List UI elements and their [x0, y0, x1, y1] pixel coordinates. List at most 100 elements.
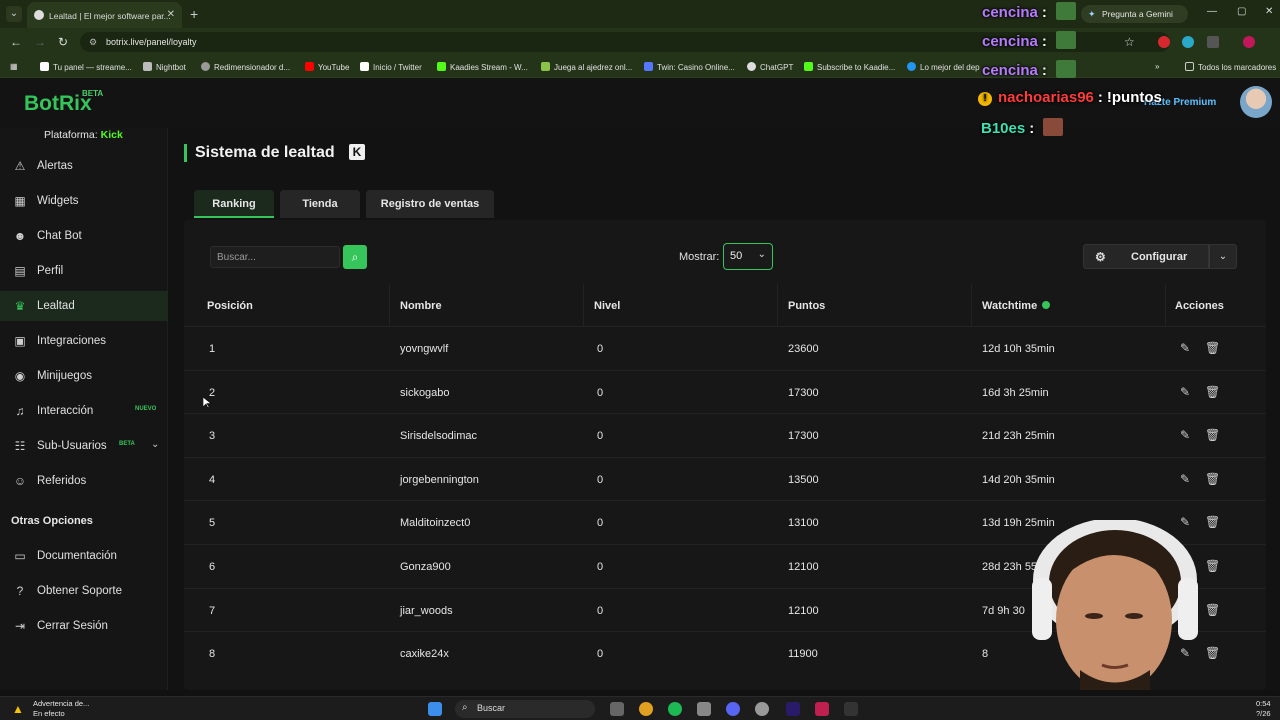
edit-icon[interactable]: ✎	[1180, 472, 1190, 486]
bookmark-item[interactable]: Redimensionador d...	[201, 62, 290, 72]
browser-tab[interactable]: Lealtad | El mejor software par... ✕	[27, 2, 182, 28]
bookmark-star-icon[interactable]: ☆	[1124, 35, 1135, 49]
user-avatar[interactable]	[1240, 86, 1272, 118]
all-bookmarks[interactable]: Todos los marcadores	[1185, 62, 1276, 72]
search-input[interactable]: Buscar...	[210, 246, 340, 268]
cell-points: 12100	[788, 561, 819, 573]
sidebar-item-obtener-soporte[interactable]: ? Obtener Soporte	[0, 576, 168, 606]
botrix-favicon-icon	[34, 10, 44, 20]
bookmark-item[interactable]: Juega al ajedrez onl...	[541, 62, 632, 72]
cell-points: 11900	[788, 648, 818, 661]
tab-ranking[interactable]: Ranking	[194, 190, 274, 218]
forward-icon[interactable]: →	[34, 35, 46, 49]
search-button[interactable]: ⌕	[343, 245, 367, 269]
windows-start-icon[interactable]	[428, 702, 442, 716]
bookmark-item[interactable]: Kaadies Stream - W...	[437, 62, 528, 72]
gear-icon: ⚙	[1095, 250, 1106, 264]
bookmark-item[interactable]: YouTube	[305, 62, 349, 72]
site-info-icon[interactable]: ⚙	[89, 37, 97, 48]
sidebar-item-widgets[interactable]: ▦ Widgets	[0, 186, 168, 216]
sidebar-item-minijuegos[interactable]: ◉ Minijuegos	[0, 361, 168, 391]
back-icon[interactable]: ←	[10, 35, 22, 49]
tab-registro-ventas[interactable]: Registro de ventas	[366, 190, 494, 218]
premiere-icon[interactable]	[786, 702, 800, 716]
info-icon[interactable]	[1042, 301, 1051, 309]
maximize-icon[interactable]: ▢	[1237, 6, 1246, 17]
extension-blue-icon[interactable]	[1182, 36, 1194, 48]
extensions-puzzle-icon[interactable]	[1207, 36, 1219, 48]
edit-icon[interactable]: ✎	[1180, 385, 1190, 399]
logout-icon: ⇥	[14, 619, 26, 633]
sidebar-item-perfil[interactable]: ▤ Perfil	[0, 256, 168, 286]
sidebar-item-interacci-n[interactable]: ♫ Interacción NUEVO	[0, 396, 168, 426]
app-icon[interactable]	[844, 702, 858, 716]
edit-icon[interactable]: ✎	[1180, 428, 1190, 442]
col-header-name[interactable]: Nombre	[400, 300, 442, 312]
bookmark-item[interactable]: Lo mejor del dep	[907, 62, 980, 72]
chrome-icon[interactable]	[639, 702, 653, 716]
sidebar-item-chat-bot[interactable]: ☻ Chat Bot	[0, 221, 168, 251]
sidebar-item-integraciones[interactable]: ▣ Integraciones	[0, 326, 168, 356]
col-header-points[interactable]: Puntos	[788, 300, 825, 312]
discord-icon[interactable]	[726, 702, 740, 716]
close-window-icon[interactable]: ✕	[1265, 6, 1273, 17]
app-icon[interactable]	[755, 702, 769, 716]
bookmark-item[interactable]: Subscribe to Kaadie...	[804, 62, 895, 72]
bookmark-item[interactable]: Twin: Casino Online...	[644, 62, 735, 72]
cell-level: 0	[597, 473, 604, 486]
col-header-watchtime[interactable]: Watchtime	[982, 300, 1051, 312]
other-options-heading: Otras Opciones	[11, 515, 93, 527]
warning-icon[interactable]: ▲	[12, 702, 24, 716]
minimize-icon[interactable]: —	[1207, 6, 1217, 17]
page-title: Sistema de lealtad	[195, 144, 335, 161]
more-bookmarks-icon[interactable]: »	[1155, 62, 1159, 71]
configure-button[interactable]: ⚙ Configurar	[1083, 244, 1209, 269]
robot-icon: ☻	[13, 229, 27, 243]
col-header-level[interactable]: Nivel	[594, 300, 620, 312]
bookmark-item[interactable]: ChatGPT	[747, 62, 793, 72]
sidebar-item-lealtad[interactable]: ♛ Lealtad	[0, 291, 168, 321]
weather-widget[interactable]: Advertencia de... En efecto	[33, 699, 89, 719]
sidebar-item-label: Minijuegos	[37, 370, 92, 382]
trash-icon[interactable]: 🗑	[1205, 385, 1220, 399]
edit-icon[interactable]: ✎	[1180, 341, 1190, 355]
sidebar-item-alertas[interactable]: ⚠ Alertas	[0, 151, 168, 181]
bookmark-item[interactable]: Tu panel — streame...	[40, 62, 132, 72]
tab-search-icon[interactable]: ⌄	[6, 6, 22, 22]
chat-emote-icon	[1043, 118, 1064, 136]
file-explorer-icon[interactable]	[610, 702, 624, 716]
new-tab-icon[interactable]: +	[190, 6, 198, 22]
taskbar-search[interactable]: ⌕ Buscar	[455, 700, 595, 718]
overlay-chat-message: cencina:	[982, 2, 1076, 21]
taskbar-clock[interactable]: 0:54 ?/26	[1256, 699, 1271, 719]
sidebar-item-referidos[interactable]: ☺ Referidos	[0, 466, 168, 496]
cell-level: 0	[597, 517, 604, 530]
apps-icon[interactable]: ▦	[10, 62, 18, 71]
chevron-down-icon: ⌄	[757, 249, 766, 260]
bookmark-item[interactable]: Inicio / Twitter	[360, 62, 422, 72]
trash-icon[interactable]: 🗑	[1205, 428, 1220, 442]
app-icon[interactable]	[697, 702, 711, 716]
chat-separator: :	[1041, 62, 1047, 79]
page-size-select[interactable]: 50 ⌄	[723, 243, 773, 270]
spotify-icon[interactable]	[668, 702, 682, 716]
sidebar-item-cerrar-sesi-n[interactable]: ⇥ Cerrar Sesión	[0, 611, 168, 641]
reload-icon[interactable]: ↻	[58, 35, 68, 49]
configure-dropdown-button[interactable]: ⌄	[1209, 244, 1237, 269]
bookmark-item[interactable]: Nightbot	[143, 62, 186, 72]
app-icon[interactable]	[815, 702, 829, 716]
profile-extension-icon[interactable]	[1243, 36, 1255, 48]
col-header-position[interactable]: Posición	[207, 300, 253, 312]
tab-tienda[interactable]: Tienda	[280, 190, 360, 218]
extension-red-icon[interactable]	[1158, 36, 1170, 48]
cell-pos: 1	[209, 343, 216, 355]
sidebar-item-sub-usuarios[interactable]: ☷ Sub-Usuarios BETA ⌄	[0, 431, 168, 461]
column-divider	[777, 284, 778, 326]
trash-icon[interactable]: 🗑	[1205, 341, 1220, 355]
chat-text: !puntos	[1106, 89, 1162, 106]
chevron-down-icon[interactable]: ⌄	[151, 439, 159, 450]
sidebar-item-documentaci-n[interactable]: ▭ Documentación	[0, 541, 168, 571]
trash-icon[interactable]: 🗑	[1205, 472, 1220, 486]
gemini-button[interactable]: ✦ Pregunta a Gemini	[1081, 5, 1188, 23]
close-tab-icon[interactable]: ✕	[167, 9, 175, 20]
